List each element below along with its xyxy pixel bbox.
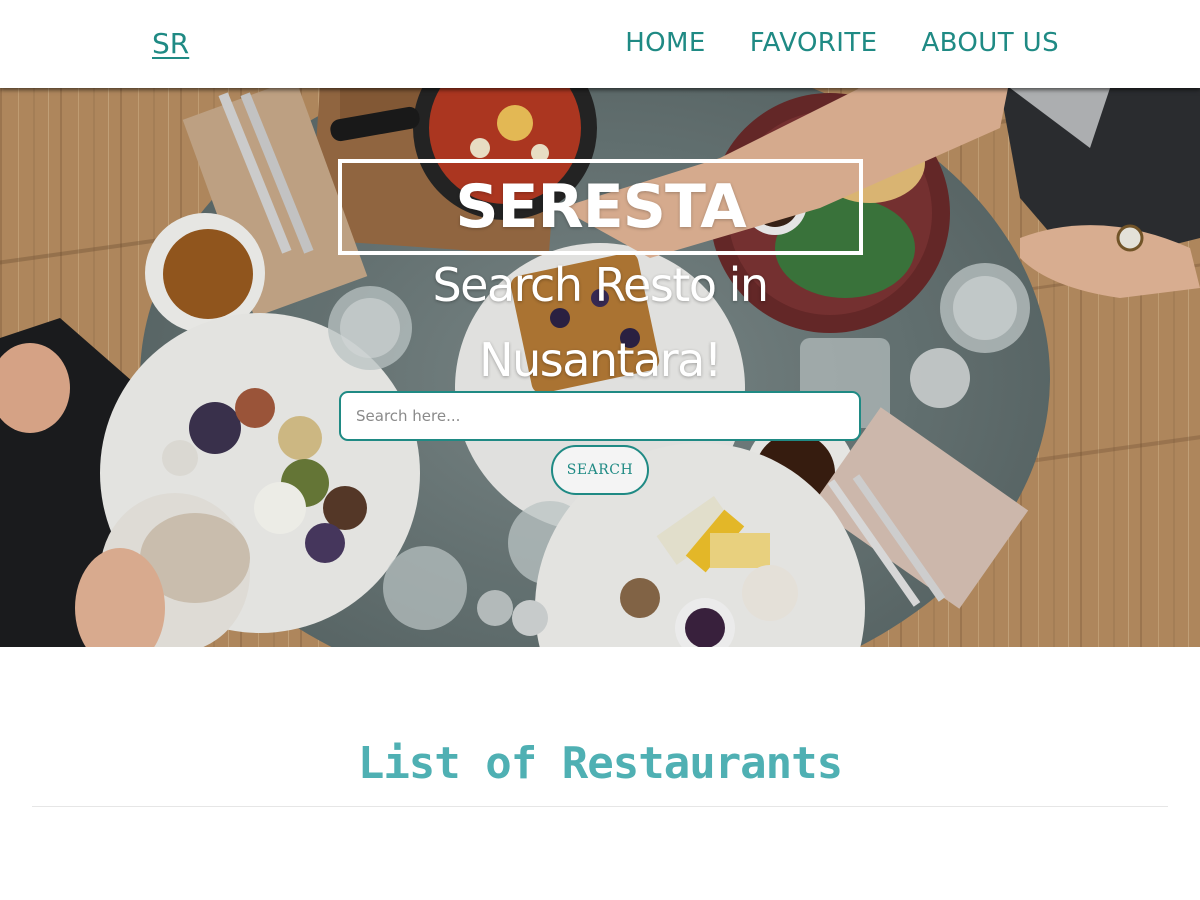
nav-link-about-us[interactable]: ABOUT US: [921, 28, 1059, 58]
search-input[interactable]: [339, 391, 861, 441]
nav-item-about-us: ABOUT US: [921, 28, 1059, 58]
hero-title-box: SERESTA: [338, 159, 863, 255]
nav-link-favorite[interactable]: FAVORITE: [750, 28, 878, 58]
nav-item-favorite: FAVORITE: [750, 28, 878, 58]
restaurant-list-title: List of Restaurants: [357, 738, 843, 789]
nav-link-home[interactable]: HOME: [625, 28, 705, 58]
app-bar: SR HOME FAVORITE ABOUT US: [0, 0, 1200, 88]
hero-title: SERESTA: [455, 172, 746, 242]
hero-banner: SERESTA Search Resto in Nusantara! SEARC…: [0, 88, 1200, 647]
brand-logo-link[interactable]: SR: [152, 27, 189, 60]
search-button[interactable]: SEARCH: [551, 445, 649, 495]
hero-subtitle-line-2: Nusantara!: [479, 333, 722, 387]
hero-subtitle-line-1: Search Resto in: [432, 258, 769, 312]
main-nav: HOME FAVORITE ABOUT US: [625, 28, 1059, 58]
nav-item-home: HOME: [625, 28, 705, 58]
section-divider: [32, 806, 1168, 807]
